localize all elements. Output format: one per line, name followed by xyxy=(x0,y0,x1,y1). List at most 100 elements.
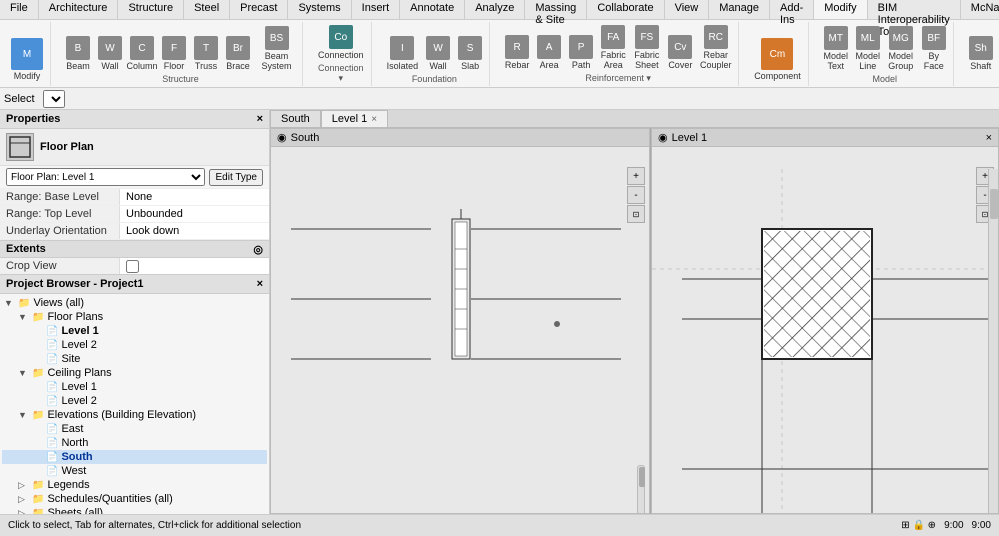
level1-scroll-thumb-v[interactable] xyxy=(990,189,998,219)
tree-label: Elevations (Building Elevation) xyxy=(47,409,196,421)
cover-button[interactable]: Cv Cover xyxy=(665,34,695,71)
properties-title: Properties xyxy=(6,113,60,125)
tab-manage[interactable]: Manage xyxy=(709,0,770,19)
tree-item-views-(all)[interactable]: ▼📁Views (all) xyxy=(2,296,267,310)
column-button[interactable]: C Column xyxy=(127,35,157,72)
rebar-coupler-button[interactable]: RC Rebar Coupler xyxy=(697,24,734,71)
south-zoom-out-btn[interactable]: - xyxy=(627,186,645,204)
prop-crop-view-value xyxy=(120,258,269,274)
tree-item-south[interactable]: 📄South xyxy=(2,450,267,464)
wall-icon: W xyxy=(98,36,122,60)
tree-icon: 📄 xyxy=(46,382,58,393)
beam-system-button[interactable]: BS Beam System xyxy=(255,25,298,72)
modify-icon: M xyxy=(11,38,43,70)
tab-file[interactable]: File xyxy=(0,0,39,19)
model-line-label: Model Line xyxy=(855,51,880,71)
tree-item-east[interactable]: 📄East xyxy=(2,422,267,436)
tab-systems[interactable]: Systems xyxy=(288,0,351,19)
path-button[interactable]: P Path xyxy=(566,34,596,71)
model-line-icon: ML xyxy=(856,26,880,50)
south-scroll-thumb[interactable] xyxy=(639,467,645,487)
tree-item-level-1[interactable]: 📄Level 1 xyxy=(2,324,267,338)
status-bar: Click to select, Tab for alternates, Ctr… xyxy=(0,514,999,536)
by-face-label: By Face xyxy=(922,51,946,71)
floor-plan-select[interactable]: Floor Plan: Level 1 xyxy=(6,168,205,186)
ribbon-group-reinforcement: R Rebar A Area P Path FA Fabric Area FS xyxy=(498,22,739,86)
tree-item-north[interactable]: 📄North xyxy=(2,436,267,450)
tab-addins[interactable]: Add-Ins xyxy=(770,0,814,19)
rebar-button[interactable]: R Rebar xyxy=(502,34,532,71)
slab-button[interactable]: S Slab xyxy=(455,35,485,72)
brace-icon: Br xyxy=(226,36,250,60)
tree-icon: 📄 xyxy=(46,326,58,337)
brace-button[interactable]: Br Brace xyxy=(223,35,253,72)
select-dropdown[interactable] xyxy=(43,90,65,108)
tab-view[interactable]: View xyxy=(665,0,710,19)
tab-massing[interactable]: Massing & Site xyxy=(525,0,587,19)
tab-analyze[interactable]: Analyze xyxy=(465,0,525,19)
south-scrollbar[interactable] xyxy=(637,465,645,514)
model-text-icon: MT xyxy=(824,26,848,50)
level1-tab-close[interactable]: × xyxy=(371,114,377,125)
level1-view-svg xyxy=(652,169,998,514)
tree-item-elevations-(building-elevation)[interactable]: ▼📁Elevations (Building Elevation) xyxy=(2,408,267,422)
tab-steel[interactable]: Steel xyxy=(184,0,230,19)
crop-view-checkbox[interactable] xyxy=(126,260,139,273)
rebar-icon: R xyxy=(505,35,529,59)
fabric-sheet-button[interactable]: FS Fabric Sheet xyxy=(630,24,663,71)
tree-item-level-1[interactable]: 📄Level 1 xyxy=(2,380,267,394)
tree-item-sheets-(all)[interactable]: ▷📁Sheets (all) xyxy=(2,506,267,514)
tab-annotate[interactable]: Annotate xyxy=(400,0,465,19)
tree-item-level-2[interactable]: 📄Level 2 xyxy=(2,338,267,352)
beam-button[interactable]: B Beam xyxy=(63,35,93,72)
connection-button[interactable]: Co Connection xyxy=(315,24,367,61)
tree-item-floor-plans[interactable]: ▼📁Floor Plans xyxy=(2,310,267,324)
properties-close-icon[interactable]: × xyxy=(257,113,263,125)
level1-view-nav-icon: ◉ xyxy=(658,131,668,144)
south-view-header: ◉ South xyxy=(271,129,649,147)
edit-type-button[interactable]: Edit Type xyxy=(209,169,263,186)
area-button[interactable]: A Area xyxy=(534,34,564,71)
viewport-tab-south[interactable]: South xyxy=(270,110,321,127)
by-face-button[interactable]: BF By Face xyxy=(919,25,949,72)
wall-found-button[interactable]: W Wall xyxy=(423,35,453,72)
tree-item-site[interactable]: 📄Site xyxy=(2,352,267,366)
tab-insert[interactable]: Insert xyxy=(352,0,401,19)
model-line-button[interactable]: ML Model Line xyxy=(853,25,883,72)
tree-item-level-2[interactable]: 📄Level 2 xyxy=(2,394,267,408)
ribbon-group-items-opening: Sh Shaft W Wall V Vertical D Dormer xyxy=(966,22,999,74)
tree-item-legends[interactable]: ▷📁Legends xyxy=(2,478,267,492)
fabric-area-button[interactable]: FA Fabric Area xyxy=(598,24,628,71)
tree-item-ceiling-plans[interactable]: ▼📁Ceiling Plans xyxy=(2,366,267,380)
level1-view[interactable]: ◉ Level 1 × xyxy=(651,128,999,514)
modify-button[interactable]: M Modify xyxy=(8,37,46,82)
model-group-button[interactable]: MG Model Group xyxy=(885,25,917,72)
tab-bim[interactable]: BIM Interoperability Tools xyxy=(868,0,961,19)
tab-mcnary[interactable]: McNary xyxy=(961,0,999,19)
floor-button[interactable]: F Floor xyxy=(159,35,189,72)
wall-label: Wall xyxy=(101,61,118,71)
tree-item-west[interactable]: 📄West xyxy=(2,464,267,478)
viewport-tab-level1[interactable]: Level 1 × xyxy=(321,110,388,127)
model-text-button[interactable]: MT Model Text xyxy=(821,25,851,72)
tab-collaborate[interactable]: Collaborate xyxy=(587,0,664,19)
truss-button[interactable]: T Truss xyxy=(191,35,221,72)
tab-architecture[interactable]: Architecture xyxy=(39,0,119,19)
south-fit-btn[interactable]: ⊡ xyxy=(627,205,645,223)
wall-button[interactable]: W Wall xyxy=(95,35,125,72)
group-label-foundation: Foundation xyxy=(412,74,457,86)
column-label: Column xyxy=(127,61,158,71)
level1-view-close[interactable]: × xyxy=(986,132,992,144)
tab-precast[interactable]: Precast xyxy=(230,0,288,19)
shaft-button[interactable]: Sh Shaft xyxy=(966,35,996,72)
tab-structure[interactable]: Structure xyxy=(118,0,184,19)
project-browser-close-icon[interactable]: × xyxy=(257,278,263,290)
component-button[interactable]: Cm Component xyxy=(751,37,804,82)
south-zoom-in-btn[interactable]: + xyxy=(627,167,645,185)
south-view[interactable]: ◉ South xyxy=(270,128,650,514)
tree-item-schedules/quantities-(all)[interactable]: ▷📁Schedules/Quantities (all) xyxy=(2,492,267,506)
tab-modify[interactable]: Modify xyxy=(814,0,867,19)
isolated-button[interactable]: I Isolated xyxy=(384,35,422,72)
level1-scrollbar-v[interactable] xyxy=(988,169,998,514)
tree-icon: 📄 xyxy=(46,452,58,463)
